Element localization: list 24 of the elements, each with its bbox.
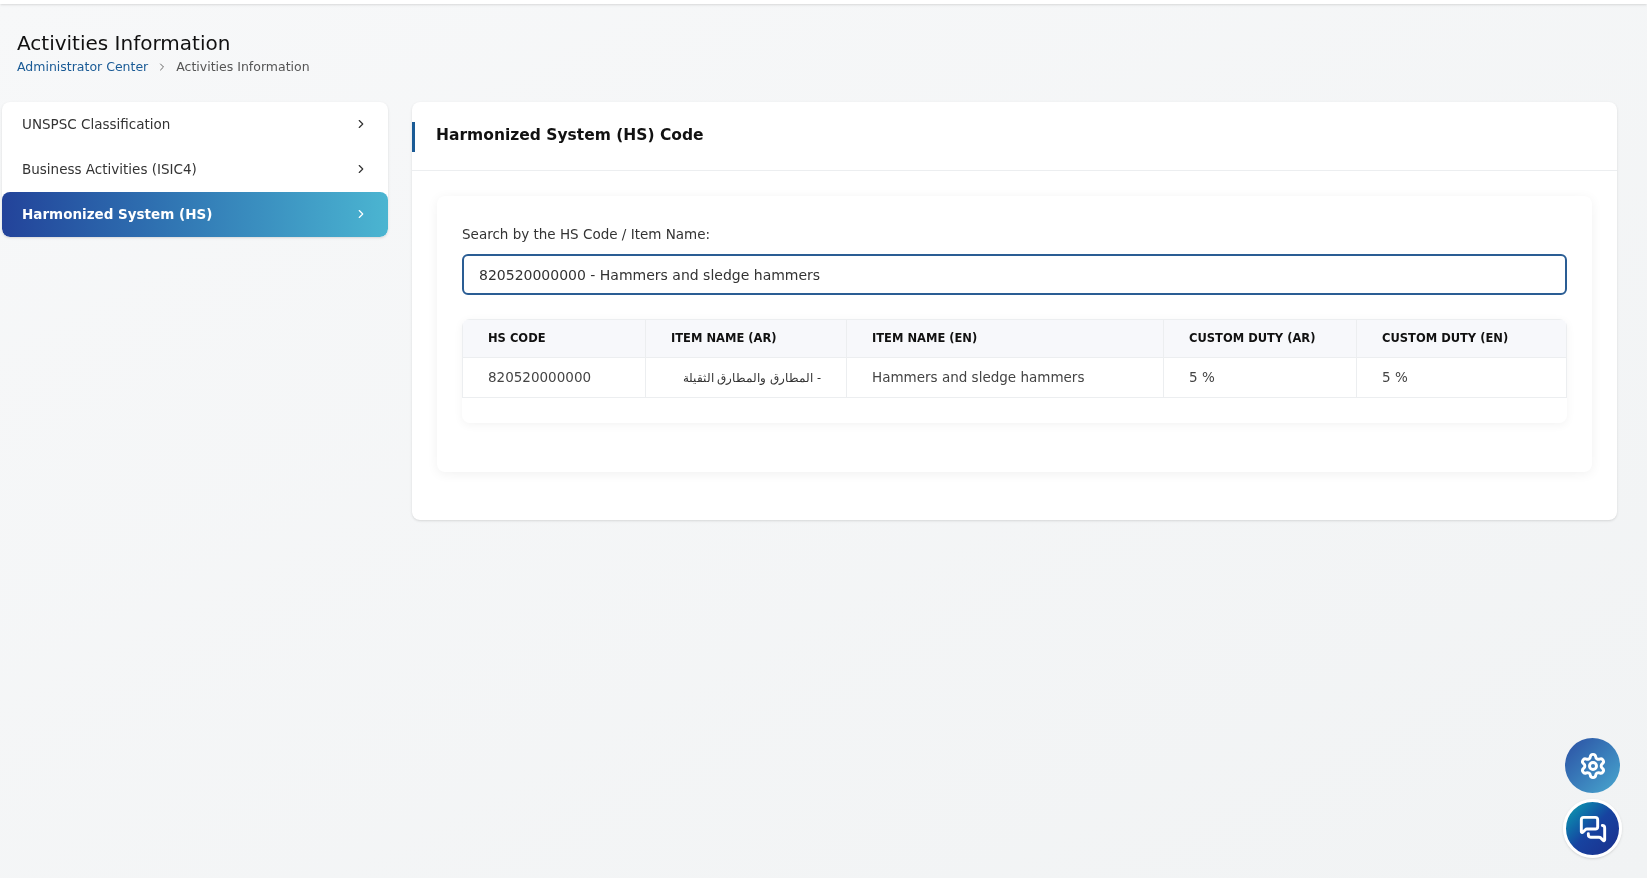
chat-icon xyxy=(1578,814,1607,843)
sidebar-item[interactable]: Business Activities (ISIC4) xyxy=(2,146,388,192)
table-cell: 5 % xyxy=(1163,357,1357,398)
sidebar-item[interactable]: UNSPSC Classification xyxy=(2,101,388,147)
column-header: CUSTOM DUTY (EN) xyxy=(1356,319,1567,358)
column-header: ITEM NAME (EN) xyxy=(846,319,1164,358)
settings-icon xyxy=(1578,751,1607,780)
table-cell: - المطارق والمطارق الثقيلة xyxy=(645,357,847,398)
table-cell: Hammers and sledge hammers xyxy=(846,357,1164,398)
table-cell: 820520000000 xyxy=(462,357,646,398)
search-field[interactable]: 820520000000 - Hammers and sledge hammers xyxy=(462,254,1567,295)
chat-button[interactable] xyxy=(1563,799,1622,858)
column-header: ITEM NAME (AR) xyxy=(645,319,847,358)
table-cell: 5 % xyxy=(1356,357,1567,398)
search-label: Search by the HS Code / Item Name: xyxy=(462,224,712,244)
page-title: Activities Information xyxy=(17,31,232,56)
breadcrumb-link[interactable]: Administrator Center xyxy=(17,58,149,77)
column-header: CUSTOM DUTY (AR) xyxy=(1163,319,1357,358)
settings-button[interactable] xyxy=(1565,738,1620,793)
panel-title: Harmonized System (HS) Code xyxy=(436,125,704,147)
breadcrumb-current: Activities Information xyxy=(176,58,310,76)
sidebar-item[interactable]: Harmonized System (HS) xyxy=(2,191,388,237)
accent-bar xyxy=(412,121,415,152)
column-header: HS CODE xyxy=(462,319,646,358)
